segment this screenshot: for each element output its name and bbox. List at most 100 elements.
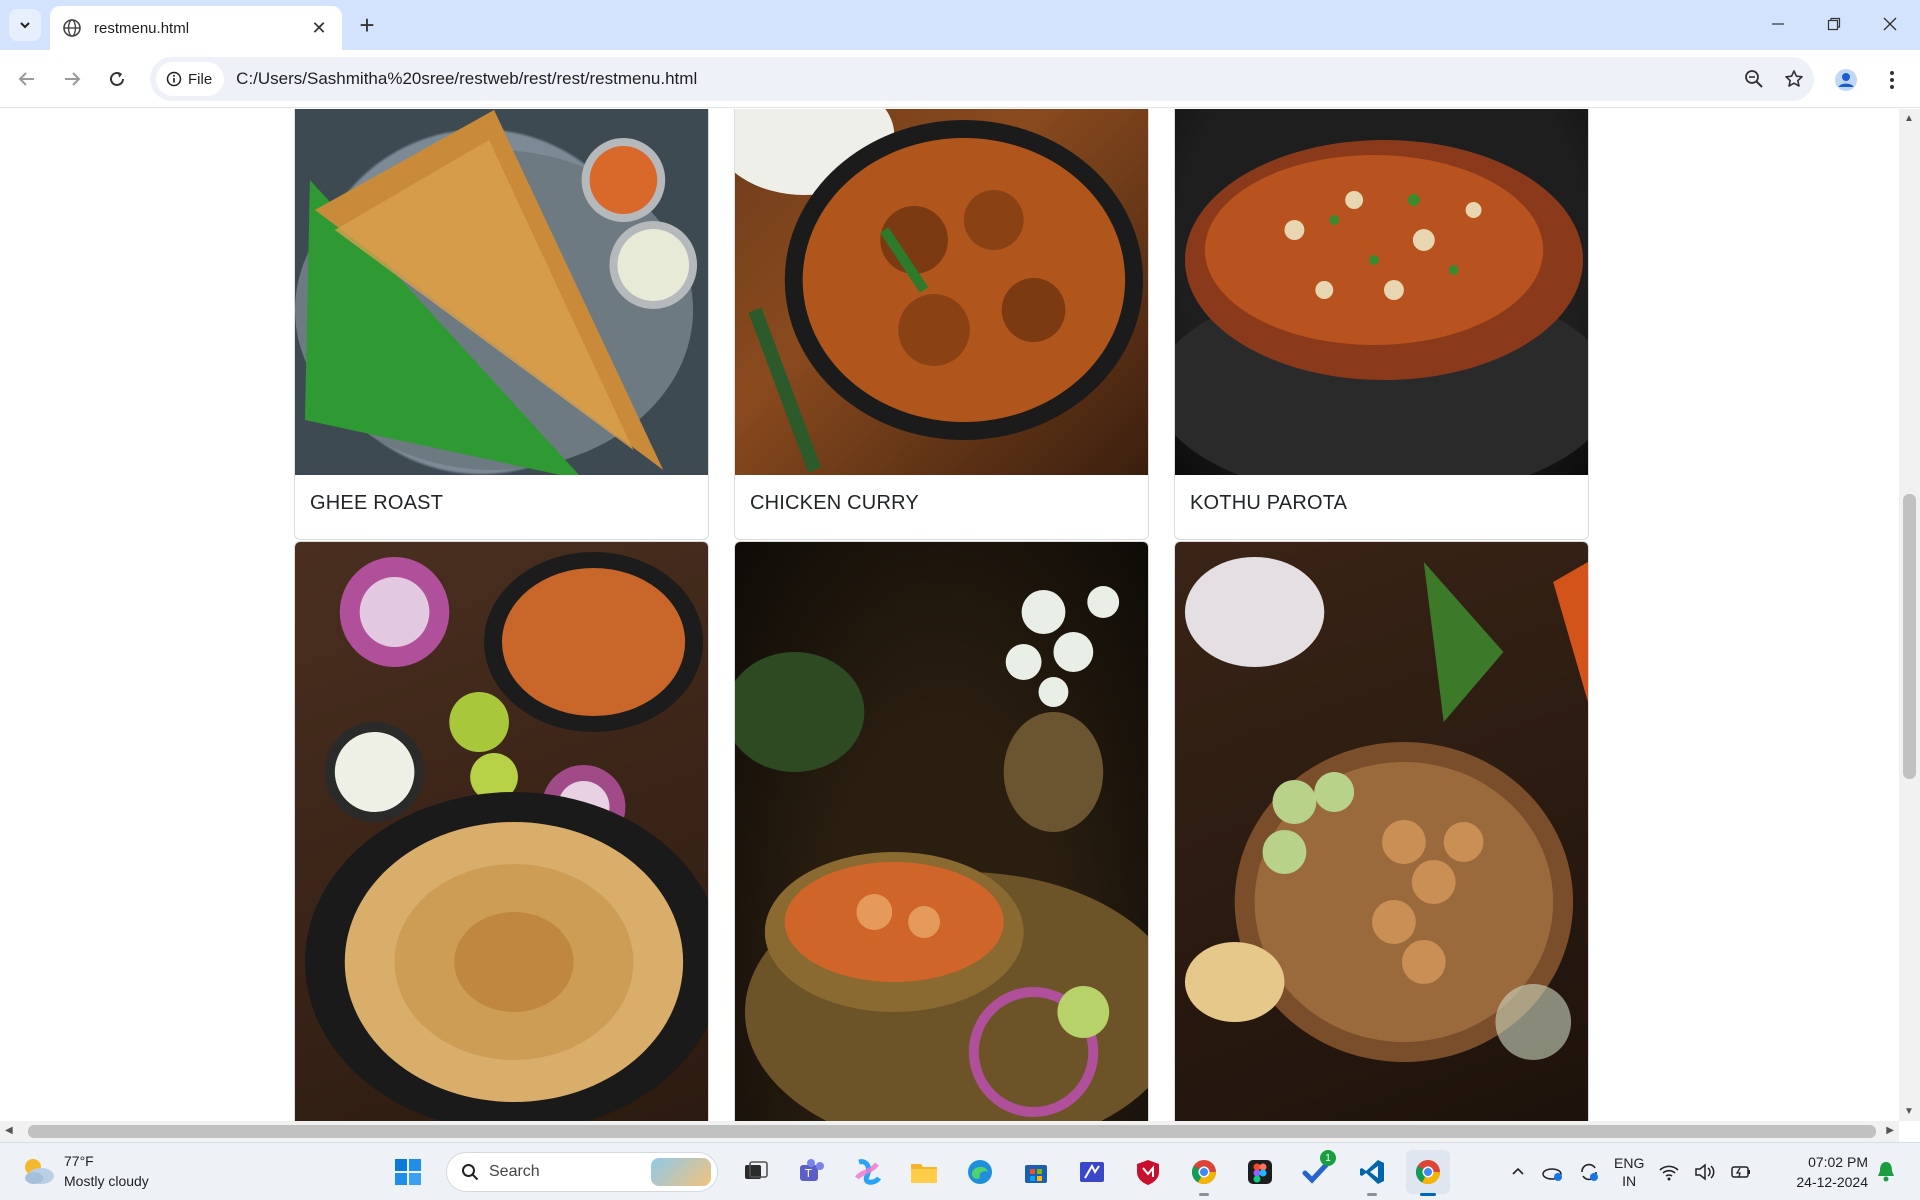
svg-text:T: T (804, 1167, 812, 1180)
tab-restmenu[interactable]: restmenu.html ✕ (50, 6, 342, 50)
running-indicator (1367, 1193, 1377, 1196)
profile-button[interactable] (1829, 63, 1863, 97)
menu-card[interactable]: CHICKEN CURRY (734, 109, 1149, 540)
store-icon (1025, 1165, 1047, 1183)
menu-card[interactable] (734, 541, 1149, 1121)
forward-button[interactable] (54, 61, 90, 97)
page-viewport: GHEE ROAST CHICKEN CURRY KOTHU PAROTA (0, 109, 1899, 1121)
minimize-button[interactable] (1750, 0, 1806, 48)
restore-icon (1827, 17, 1841, 31)
file-explorer-button[interactable] (902, 1150, 946, 1194)
chrome-button[interactable] (1182, 1150, 1226, 1196)
copilot-button[interactable] (846, 1150, 890, 1194)
weather-desc: Mostly cloudy (64, 1173, 149, 1189)
sync-icon[interactable] (1578, 1161, 1600, 1183)
star-icon (1785, 70, 1803, 87)
figma-button[interactable] (1238, 1150, 1282, 1194)
code-studio-button[interactable] (1070, 1150, 1114, 1194)
chrome-active-button[interactable] (1406, 1150, 1450, 1196)
scroll-down-icon[interactable]: ▼ (1904, 1106, 1914, 1117)
vscode-button[interactable] (1350, 1150, 1394, 1196)
lachha-paratha-image (295, 542, 708, 1121)
maximize-button[interactable] (1806, 0, 1862, 48)
teams-icon: T (800, 1159, 824, 1181)
back-button[interactable] (9, 61, 45, 97)
close-tab-icon[interactable]: ✕ (308, 17, 330, 39)
close-icon (1883, 17, 1897, 31)
store-button[interactable] (1014, 1150, 1058, 1194)
horizontal-scroll-thumb[interactable] (28, 1125, 1876, 1138)
system-clock[interactable]: 07:02 PM 24-12-2024 (1772, 1152, 1868, 1192)
menu-card[interactable] (1174, 541, 1589, 1121)
windows-start-button[interactable] (386, 1150, 430, 1194)
reload-icon (110, 71, 124, 86)
scroll-right-icon[interactable]: ▶ (1886, 1125, 1894, 1136)
windows-taskbar: 77°F Mostly cloudy Search T 1 ENG IN 07:… (0, 1142, 1920, 1200)
chicken-curry-image (735, 109, 1148, 475)
clock-time: 07:02 PM (1808, 1154, 1868, 1170)
volume-icon[interactable] (1694, 1163, 1716, 1181)
bookmark-button[interactable] (1774, 59, 1814, 99)
menu-card[interactable]: KOTHU PAROTA (1174, 109, 1589, 540)
menu-item-title: KOTHU PAROTA (1190, 492, 1348, 514)
site-info-chip[interactable]: File (156, 62, 225, 96)
edge-icon (968, 1160, 992, 1184)
menu-card[interactable] (294, 541, 709, 1121)
chrome-active-icon (1415, 1160, 1440, 1185)
vertical-scroll-thumb[interactable] (1903, 494, 1916, 779)
chrome-icon (1191, 1160, 1216, 1185)
site-chip-label: File (188, 70, 213, 88)
reload-button[interactable] (99, 61, 135, 97)
code-studio-icon (1080, 1162, 1104, 1182)
notification-bell-icon[interactable] (1876, 1160, 1896, 1182)
system-tray: ENG IN (1510, 1151, 1752, 1193)
back-icon (18, 72, 34, 86)
chevron-up-icon[interactable] (1510, 1164, 1526, 1180)
task-view-button[interactable] (734, 1150, 778, 1194)
vertical-scrollbar[interactable]: ▲ ▼ (1899, 109, 1920, 1121)
profile-icon (1835, 69, 1857, 91)
scroll-left-icon[interactable]: ◀ (5, 1125, 13, 1136)
globe-icon (63, 19, 81, 37)
vscode-icon (1360, 1160, 1384, 1184)
browser-menu-button[interactable] (1875, 63, 1909, 97)
browser-toolbar: File C:/Users/Sashmitha%20sree/restweb/r… (0, 50, 1920, 108)
teams-button[interactable]: T (790, 1150, 834, 1194)
weather-temp: 77°F (64, 1153, 94, 1169)
close-window-button[interactable] (1862, 0, 1918, 48)
tab-search-button[interactable] (9, 9, 41, 41)
taskbar-apps: Search T 1 (386, 1149, 1450, 1196)
minimize-icon (1772, 23, 1784, 25)
browser-title-bar: restmenu.html ✕ + (0, 0, 1920, 50)
chicken-tikka-image (1175, 542, 1588, 1121)
onedrive-icon[interactable] (1540, 1162, 1564, 1182)
new-tab-button[interactable]: + (352, 10, 382, 40)
url-text[interactable]: C:/Users/Sashmitha%20sree/restweb/rest/r… (236, 69, 1734, 89)
tab-title: restmenu.html (94, 19, 190, 37)
zoom-button[interactable] (1734, 59, 1774, 99)
search-icon (462, 1164, 479, 1181)
horizontal-scrollbar[interactable]: ◀ ▶ (0, 1121, 1899, 1142)
address-bar[interactable]: File C:/Users/Sashmitha%20sree/restweb/r… (150, 57, 1814, 101)
windows-start-icon (395, 1159, 421, 1185)
menu-item-title: CHICKEN CURRY (750, 492, 919, 514)
cloud-sun-icon (25, 1159, 54, 1184)
lang-bottom: IN (1622, 1173, 1637, 1189)
chevron-down-icon (20, 22, 30, 29)
language-indicator[interactable]: ENG IN (1614, 1154, 1644, 1190)
taskbar-search[interactable]: Search (446, 1152, 718, 1192)
weather-widget[interactable]: 77°F Mostly cloudy (20, 1151, 149, 1191)
wifi-icon[interactable] (1658, 1163, 1680, 1181)
paneer-butter-masala-image (735, 542, 1148, 1121)
edge-button[interactable] (958, 1150, 1002, 1194)
todo-button[interactable]: 1 (1294, 1150, 1338, 1194)
figma-icon (1248, 1160, 1272, 1184)
mcafee-button[interactable] (1126, 1150, 1170, 1194)
menu-item-title: GHEE ROAST (310, 492, 444, 514)
running-indicator (1199, 1193, 1209, 1196)
battery-icon[interactable] (1730, 1163, 1752, 1181)
active-indicator (1420, 1193, 1436, 1196)
menu-card[interactable]: GHEE ROAST (294, 109, 709, 540)
file-explorer-icon (911, 1164, 937, 1183)
scroll-up-icon[interactable]: ▲ (1904, 113, 1914, 124)
